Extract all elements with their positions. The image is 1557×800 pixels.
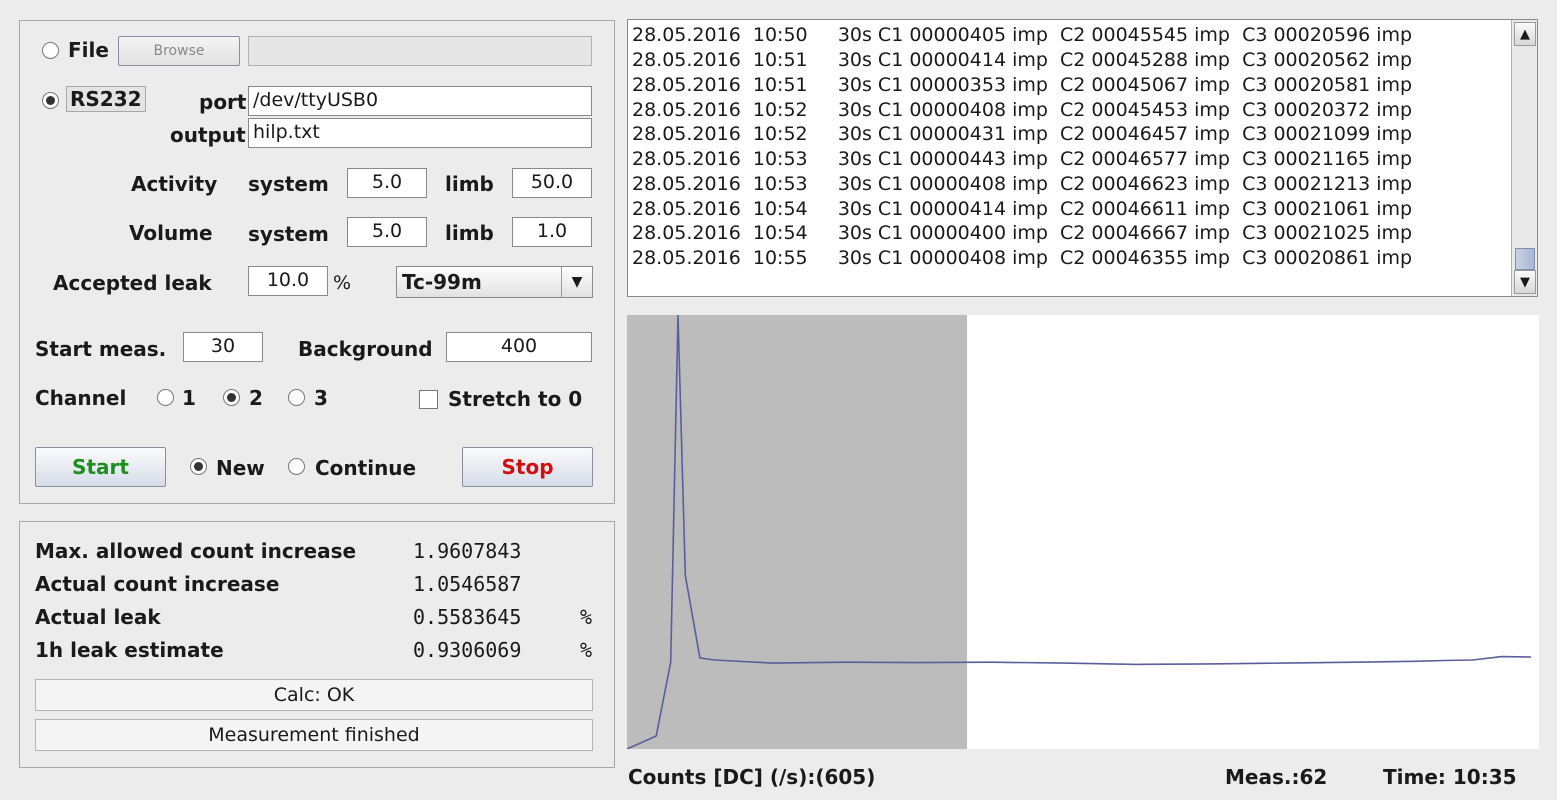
start-meas-field[interactable]: 30 [183, 332, 263, 362]
log-line: 28.05.2016 10:54 30s C1 00000400 imp C2 … [632, 222, 1413, 244]
result-label-max-allowed: Max. allowed count increase [35, 539, 357, 563]
activity-system-field[interactable]: 5.0 [347, 168, 427, 198]
result-value-max-allowed: 1.9607843 [413, 539, 522, 563]
scroll-up-icon[interactable]: ▲ [1514, 22, 1536, 46]
log-line: 28.05.2016 10:51 30s C1 00000353 imp C2 … [632, 74, 1413, 96]
measurement-status: Measurement finished [35, 719, 593, 751]
log-scrollbar[interactable]: ▲ ▼ [1511, 20, 1537, 296]
channel-radio-1[interactable] [157, 389, 174, 406]
counts-chart [627, 315, 1539, 749]
calc-status: Calc: OK [35, 679, 593, 711]
counts-readout: Counts [DC] (/s):(605) [628, 765, 876, 789]
file-radio[interactable] [42, 42, 59, 59]
file-path-field[interactable] [248, 36, 592, 66]
log-line: 28.05.2016 10:55 30s C1 00000408 imp C2 … [632, 247, 1413, 269]
volume-system-label: system [248, 222, 329, 246]
accepted-leak-label: Accepted leak [53, 271, 212, 295]
browse-button[interactable]: Browse [118, 36, 240, 66]
result-unit-1h-leak: % [580, 638, 593, 662]
start-meas-label: Start meas. [35, 337, 167, 361]
result-value-actual-increase: 1.0546587 [413, 572, 522, 596]
output-field[interactable]: hilp.txt [248, 118, 592, 148]
volume-limb-label: limb [445, 221, 494, 245]
log-line: 28.05.2016 10:52 30s C1 00000431 imp C2 … [632, 123, 1413, 145]
meas-readout: Meas.:62 [1225, 765, 1328, 789]
stretch-to-0-checkbox[interactable] [419, 390, 438, 409]
result-label-actual-leak: Actual leak [35, 605, 161, 629]
result-label-actual-increase: Actual count increase [35, 572, 280, 596]
isotope-select-value: Tc-99m [402, 270, 482, 294]
log-line: 28.05.2016 10:53 30s C1 00000443 imp C2 … [632, 148, 1413, 170]
channel-radio-2[interactable] [223, 389, 240, 406]
new-radio[interactable] [190, 458, 207, 475]
result-value-actual-leak: 0.5583645 [413, 605, 522, 629]
isotope-select[interactable]: Tc-99m ▼ [396, 266, 593, 298]
file-label: File [68, 38, 109, 62]
rs232-label: RS232 [66, 86, 146, 112]
port-label: port [199, 90, 247, 114]
new-label: New [216, 456, 265, 480]
activity-limb-field[interactable]: 50.0 [512, 168, 592, 198]
port-field[interactable]: /dev/ttyUSB0 [248, 86, 592, 116]
background-field[interactable]: 400 [446, 332, 592, 362]
accepted-leak-unit: % [333, 272, 352, 294]
channel-option-2: 2 [249, 386, 263, 410]
chevron-down-icon: ▼ [561, 267, 592, 297]
log-line: 28.05.2016 10:51 30s C1 00000414 imp C2 … [632, 49, 1413, 71]
result-label-1h-leak: 1h leak estimate [35, 638, 224, 662]
channel-option-3: 3 [314, 386, 328, 410]
result-unit-actual-leak: % [580, 605, 593, 629]
activity-label: Activity [131, 172, 218, 196]
continue-radio[interactable] [288, 458, 305, 475]
log-line: 28.05.2016 10:52 30s C1 00000408 imp C2 … [632, 99, 1413, 121]
continue-label: Continue [315, 456, 417, 480]
start-region-shading [627, 315, 968, 749]
volume-limb-field[interactable]: 1.0 [512, 217, 592, 247]
time-readout: Time: 10:35 [1383, 765, 1517, 789]
log-line: 28.05.2016 10:54 30s C1 00000414 imp C2 … [632, 198, 1413, 220]
stretch-to-0-label: Stretch to 0 [448, 387, 583, 411]
volume-label: Volume [129, 221, 213, 245]
scroll-thumb[interactable] [1515, 248, 1535, 270]
channel-radio-3[interactable] [288, 389, 305, 406]
activity-system-label: system [248, 172, 329, 196]
background-label: Background [298, 337, 433, 361]
accepted-leak-field[interactable]: 10.0 [248, 266, 328, 296]
log-line: 28.05.2016 10:53 30s C1 00000408 imp C2 … [632, 173, 1413, 195]
output-label: output [170, 123, 246, 147]
stop-button[interactable]: Stop [462, 447, 593, 487]
channel-label: Channel [35, 386, 127, 410]
scroll-down-icon[interactable]: ▼ [1514, 270, 1536, 294]
channel-option-1: 1 [182, 386, 196, 410]
activity-limb-label: limb [445, 172, 494, 196]
volume-system-field[interactable]: 5.0 [347, 217, 427, 247]
start-button[interactable]: Start [35, 447, 166, 487]
log-line: 28.05.2016 10:50 30s C1 00000405 imp C2 … [632, 24, 1413, 46]
log-area[interactable]: 28.05.2016 10:50 30s C1 00000405 imp C2 … [627, 19, 1538, 297]
rs232-radio[interactable] [42, 92, 59, 109]
result-value-1h-leak: 0.9306069 [413, 638, 522, 662]
